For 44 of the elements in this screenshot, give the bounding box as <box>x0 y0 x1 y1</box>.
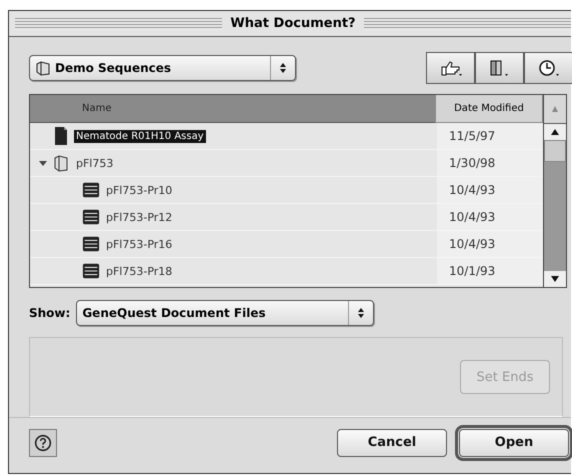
sort-triangle-icon <box>551 105 559 114</box>
window-title: What Document? <box>230 16 356 32</box>
date-cell: 1/30/98 <box>437 150 543 176</box>
disclosure-triangle-icon[interactable] <box>38 158 48 168</box>
file-row[interactable]: pFl753-Pr10 10/4/93 <box>30 177 543 204</box>
file-name: pFl753-Pr12 <box>105 210 174 225</box>
file-row[interactable]: pFl753-Pr18 10/1/93 <box>30 258 543 286</box>
up-down-arrows-icon <box>357 307 366 320</box>
file-row[interactable]: pFl753-Pr16 10/4/93 <box>30 231 543 258</box>
column-header[interactable]: Date Modified <box>435 95 543 124</box>
sort-order-button[interactable] <box>544 95 566 124</box>
dialog-button[interactable]: Cancel <box>337 428 447 457</box>
file-name: pFl753-Pr18 <box>105 264 174 279</box>
file-row[interactable]: Nematode R01H10 Assay 11/5/97 <box>30 123 543 150</box>
favorites-button[interactable] <box>475 52 524 84</box>
recent-button[interactable] <box>524 52 572 84</box>
help-button[interactable] <box>29 428 57 457</box>
scroll-up-icon[interactable] <box>551 129 559 136</box>
date-cell: 11/5/97 <box>437 123 543 150</box>
shortcuts-button[interactable] <box>426 52 475 84</box>
file-row[interactable]: pFl753 1/30/98 <box>30 150 543 178</box>
scroll-down-icon[interactable] <box>551 276 559 282</box>
document-icon <box>52 126 70 146</box>
scroll-arrow-button[interactable] <box>544 271 566 288</box>
help-icon <box>34 434 52 452</box>
file-name: pFl753 <box>75 156 114 171</box>
folder-icon <box>35 60 51 76</box>
location-popup[interactable]: Demo Sequences <box>29 55 296 82</box>
scroll-thumb[interactable] <box>544 140 566 162</box>
file-name: pFl753-Pr16 <box>105 236 174 252</box>
date-cell: 10/4/93 <box>437 177 543 204</box>
up-down-arrows-icon <box>279 62 287 74</box>
scroll-bar[interactable] <box>544 124 566 288</box>
file-name: pFl753-Pr10 <box>105 182 174 198</box>
date-cell: 10/1/93 <box>437 258 543 284</box>
scroll-arrow-button[interactable] <box>544 124 566 140</box>
file-type-popup[interactable]: GeneQuest Document Files <box>76 300 374 326</box>
file-row[interactable]: pFl753-Pr12 10/4/93 <box>30 204 543 232</box>
column-header[interactable]: Name <box>30 95 435 124</box>
file-name: Nematode R01H10 Assay <box>74 130 206 143</box>
show-label: Show: <box>29 306 70 320</box>
date-cell: 10/4/93 <box>437 231 543 258</box>
folder-icon <box>52 153 70 174</box>
date-cell: 10/4/93 <box>437 204 543 230</box>
